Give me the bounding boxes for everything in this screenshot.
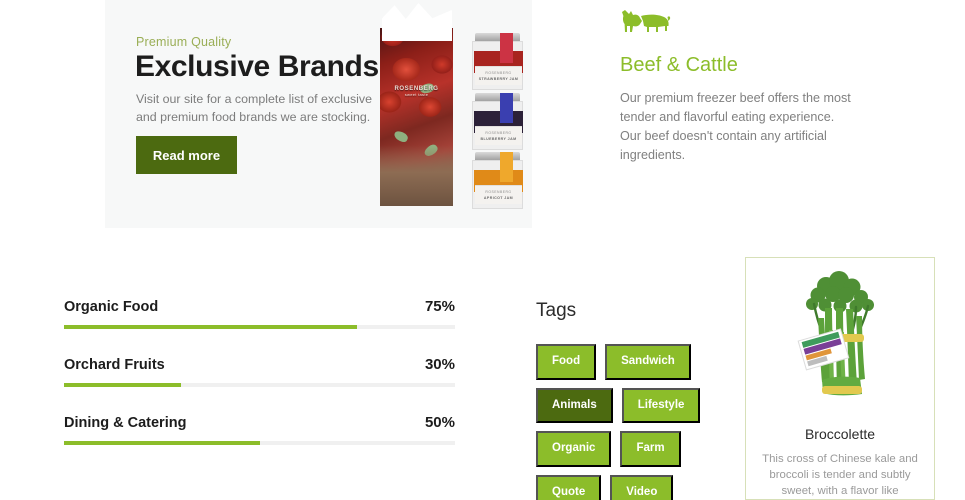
tag-video[interactable]: Video [610, 474, 674, 500]
hero-eyebrow: Premium Quality [136, 35, 232, 49]
tag-list: Food Sandwich Animals Lifestyle Organic Farm Q… [536, 344, 722, 500]
jar-apricot: ROSENBERG APRICOT JAM [472, 152, 523, 209]
skill-fill [64, 325, 358, 329]
skill-percent: 30% [424, 356, 455, 373]
skill-percent: 50% [424, 414, 455, 431]
tag-farm[interactable]: Farm [620, 431, 681, 467]
tissue-paper-icon [382, 3, 452, 41]
skill-fill [64, 383, 182, 387]
product-description: This cross of Chinese kale and broccoli … [762, 453, 918, 497]
jar-blueberry: ROSENBERG BLUEBERRY JAM [472, 93, 523, 150]
broccolette-icon [792, 270, 888, 427]
exclusive-brands-card: Premium Quality Exclusive Brands Visit o… [105, 0, 532, 228]
tag-food[interactable]: Food [536, 344, 597, 380]
tag-animals[interactable]: Animals [536, 387, 613, 423]
skill-bars: Organic Food 75% Orchard Fruits 30% Dini… [64, 298, 455, 472]
skill-track [64, 325, 455, 329]
feature-description: Our premium freezer beef offers the most… [620, 91, 851, 162]
skill-row: Organic Food 75% [64, 298, 455, 329]
skill-row: Dining & Catering 50% [64, 414, 455, 445]
read-more-button[interactable]: Read more [136, 136, 237, 174]
jar-brand-1: ROSENBERG [485, 131, 512, 135]
tags-title: Tags [536, 300, 577, 321]
skill-track [64, 383, 455, 387]
product-card-broccolette[interactable]: Broccolette This cross of Chinese kale a… [745, 257, 935, 500]
tag-organic[interactable]: Organic [536, 431, 612, 467]
skill-track [64, 441, 455, 445]
jar-brand-2: ROSENBERG [485, 190, 512, 194]
jar-kind-0: STRAWBERRY JAM [478, 77, 519, 81]
jar-brand-0: ROSENBERG [485, 71, 512, 75]
product-image [746, 264, 934, 424]
beef-and-cattle-feature: Beef & Cattle Our premium freezer beef o… [620, 8, 870, 165]
tag-quote[interactable]: Quote [536, 474, 602, 500]
skill-row: Orchard Fruits 30% [64, 356, 455, 387]
package-brand-label: ROSENBERG sweet taste [394, 86, 439, 97]
feature-title: Beef & Cattle [620, 54, 738, 76]
jar-strawberry: ROSENBERG STRAWBERRY JAM [472, 33, 523, 90]
skill-percent: 75% [424, 298, 455, 315]
jar-kind-1: BLUEBERRY JAM [480, 137, 517, 141]
tag-sandwich[interactable]: Sandwich [605, 344, 691, 380]
skill-fill [64, 441, 260, 445]
skill-label: Dining & Catering [64, 415, 187, 431]
jar-kind-2: APRICOT JAM [483, 196, 514, 200]
hero-description: Visit our site for a complete list of ex… [136, 92, 372, 124]
skill-label: Orchard Fruits [64, 357, 165, 373]
cow-icon [620, 8, 672, 42]
strawberry-package-icon: ROSENBERG sweet taste [380, 28, 453, 206]
tags-widget: Tags Food Sandwich Animals Lifestyle Organic… [536, 300, 736, 500]
hero-title: Exclusive Brands [135, 50, 379, 83]
tag-lifestyle[interactable]: Lifestyle [621, 387, 701, 423]
product-title: Broccolette [804, 426, 876, 442]
jam-product-image: ROSENBERG sweet taste ROSENBERG STRAWBER… [380, 3, 525, 209]
skill-label: Organic Food [64, 299, 159, 315]
page-root: Premium Quality Exclusive Brands Visit o… [0, 0, 965, 500]
